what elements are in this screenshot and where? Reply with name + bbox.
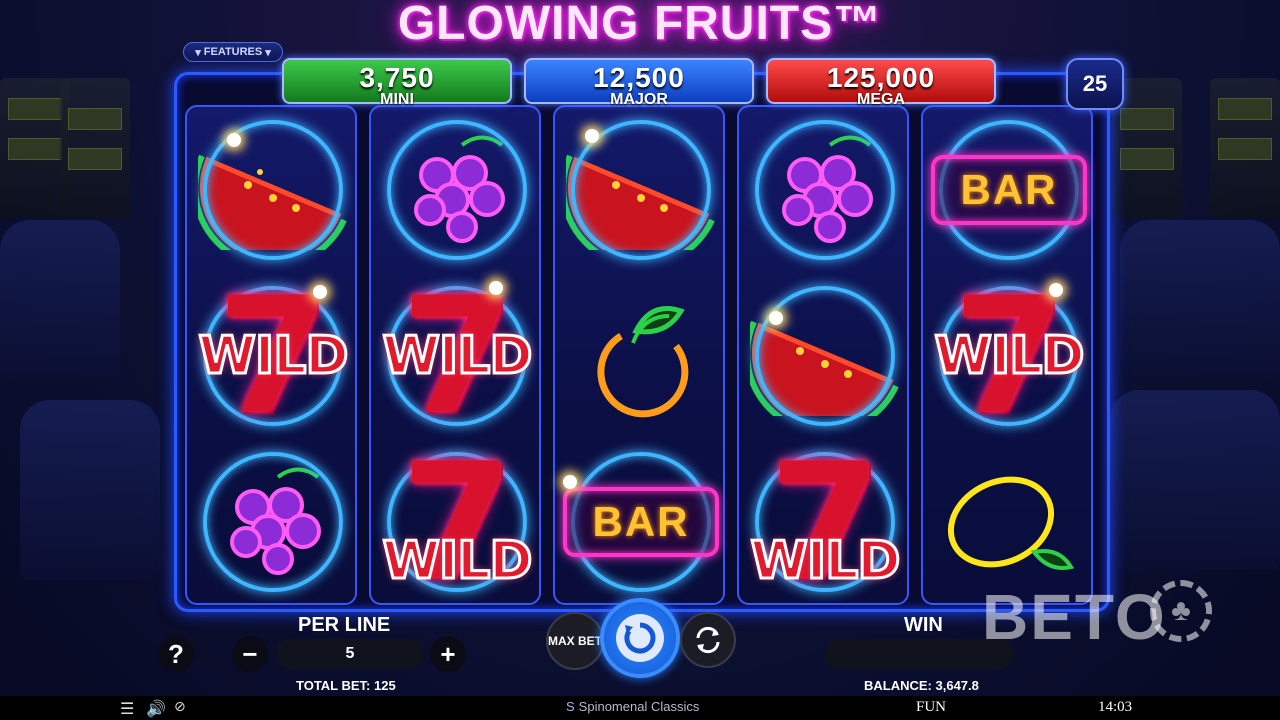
symbol-watermelon [739, 273, 911, 439]
wild-label: WILD [381, 325, 534, 388]
autoplay-button[interactable] [680, 612, 736, 668]
per-line-value: 5 [276, 639, 424, 669]
turbo-icon[interactable]: ⊘ [174, 699, 186, 715]
background-slot-machine [60, 78, 130, 218]
jackpot-major-label: MAJOR [610, 91, 668, 108]
paylines-badge[interactable]: 25 [1066, 58, 1124, 110]
autoplay-icon [696, 626, 720, 654]
background-seat [20, 400, 160, 580]
symbol-grapes [187, 439, 359, 605]
wild-label: WILD [197, 325, 350, 388]
symbol-grapes [371, 107, 543, 273]
background-slot-machine [1210, 78, 1280, 218]
features-button[interactable]: ▾ FEATURES ▾ [183, 42, 283, 62]
jackpot-mini-label: MINI [380, 91, 414, 108]
wild-label: WILD [749, 530, 902, 593]
max-bet-button[interactable]: MAX BET [546, 612, 604, 670]
reel-1: 7 WILD [185, 105, 357, 605]
wild-label: WILD [381, 530, 534, 593]
balance: BALANCE: 3,647.8 [864, 678, 979, 693]
symbol-wild: 7 WILD [739, 439, 911, 605]
bar-label: BAR [563, 487, 719, 557]
provider-name: Spinomenal Classics [578, 699, 700, 714]
total-bet: TOTAL BET: 125 [296, 678, 396, 693]
lemon-icon [947, 476, 1075, 570]
features-label: FEATURES [203, 46, 263, 58]
symbol-wild: 7 WILD [187, 273, 359, 439]
reel-4: 7 WILD [737, 105, 909, 605]
increase-bet-button[interactable]: + [430, 636, 466, 672]
background-seat [1120, 220, 1280, 380]
symbol-bar: BAR [555, 439, 727, 605]
menu-icon[interactable]: ☰ [120, 699, 134, 718]
symbol-wild: 7 WILD [371, 439, 543, 605]
chevron-down-icon: ▾ [195, 46, 201, 59]
orange-icon [597, 306, 689, 418]
club-icon: ♣ [1150, 580, 1212, 642]
decrease-bet-button[interactable]: − [232, 636, 268, 672]
reel-2: 7 WILD 7 WILD [369, 105, 541, 605]
help-button[interactable]: ? [158, 636, 194, 672]
jackpot-mega-amount: 125,000 [826, 62, 936, 93]
spinomenal-logo-icon: S [566, 699, 575, 714]
per-line-label: PER LINE [298, 614, 391, 636]
bar-label: BAR [931, 155, 1087, 225]
symbol-grapes [739, 107, 911, 273]
sound-icon[interactable]: 🔊 [146, 699, 166, 718]
footer-bar: ☰ 🔊 ⊘ S Spinomenal Classics FUN 14:03 [0, 696, 1280, 720]
jackpot-mini-amount: 3,750 [359, 62, 435, 93]
jackpot-mega: 125,000 MEGA [766, 58, 996, 108]
chevron-down-icon: ▾ [265, 46, 271, 59]
watermark-text: BETO [982, 581, 1167, 653]
jackpot-mini: 3,750 MINI [282, 58, 512, 108]
symbol-orange [555, 273, 727, 439]
reels-frame: 7 WILD 7 WILD 7 WILD BAR 7 WILD BAR 7 WI… [174, 72, 1110, 612]
background-seat [0, 220, 120, 380]
reel-5: BAR 7 WILD [921, 105, 1093, 605]
wild-label: WILD [933, 325, 1086, 388]
jackpot-major-amount: 12,500 [593, 62, 685, 93]
spin-button[interactable] [600, 598, 680, 678]
provider-brand: S Spinomenal Classics [566, 699, 699, 714]
symbol-wild: 7 WILD [923, 273, 1095, 439]
symbol-bar: BAR [923, 107, 1095, 273]
jackpot-mega-label: MEGA [857, 91, 905, 108]
win-label: WIN [904, 614, 943, 636]
symbol-watermelon [555, 107, 727, 273]
clock: 14:03 [1098, 699, 1133, 715]
jackpot-major: 12,500 MAJOR [524, 58, 754, 108]
reel-3: BAR [553, 105, 725, 605]
symbol-watermelon [187, 107, 359, 273]
background-seat [1110, 390, 1280, 570]
game-scene: GLOWING FRUITS™ ▾ FEATURES ▾ 7 WILD 7 WI… [0, 0, 1280, 720]
symbol-wild: 7 WILD [371, 273, 543, 439]
spin-icon [624, 622, 656, 654]
play-mode: FUN [916, 699, 947, 715]
